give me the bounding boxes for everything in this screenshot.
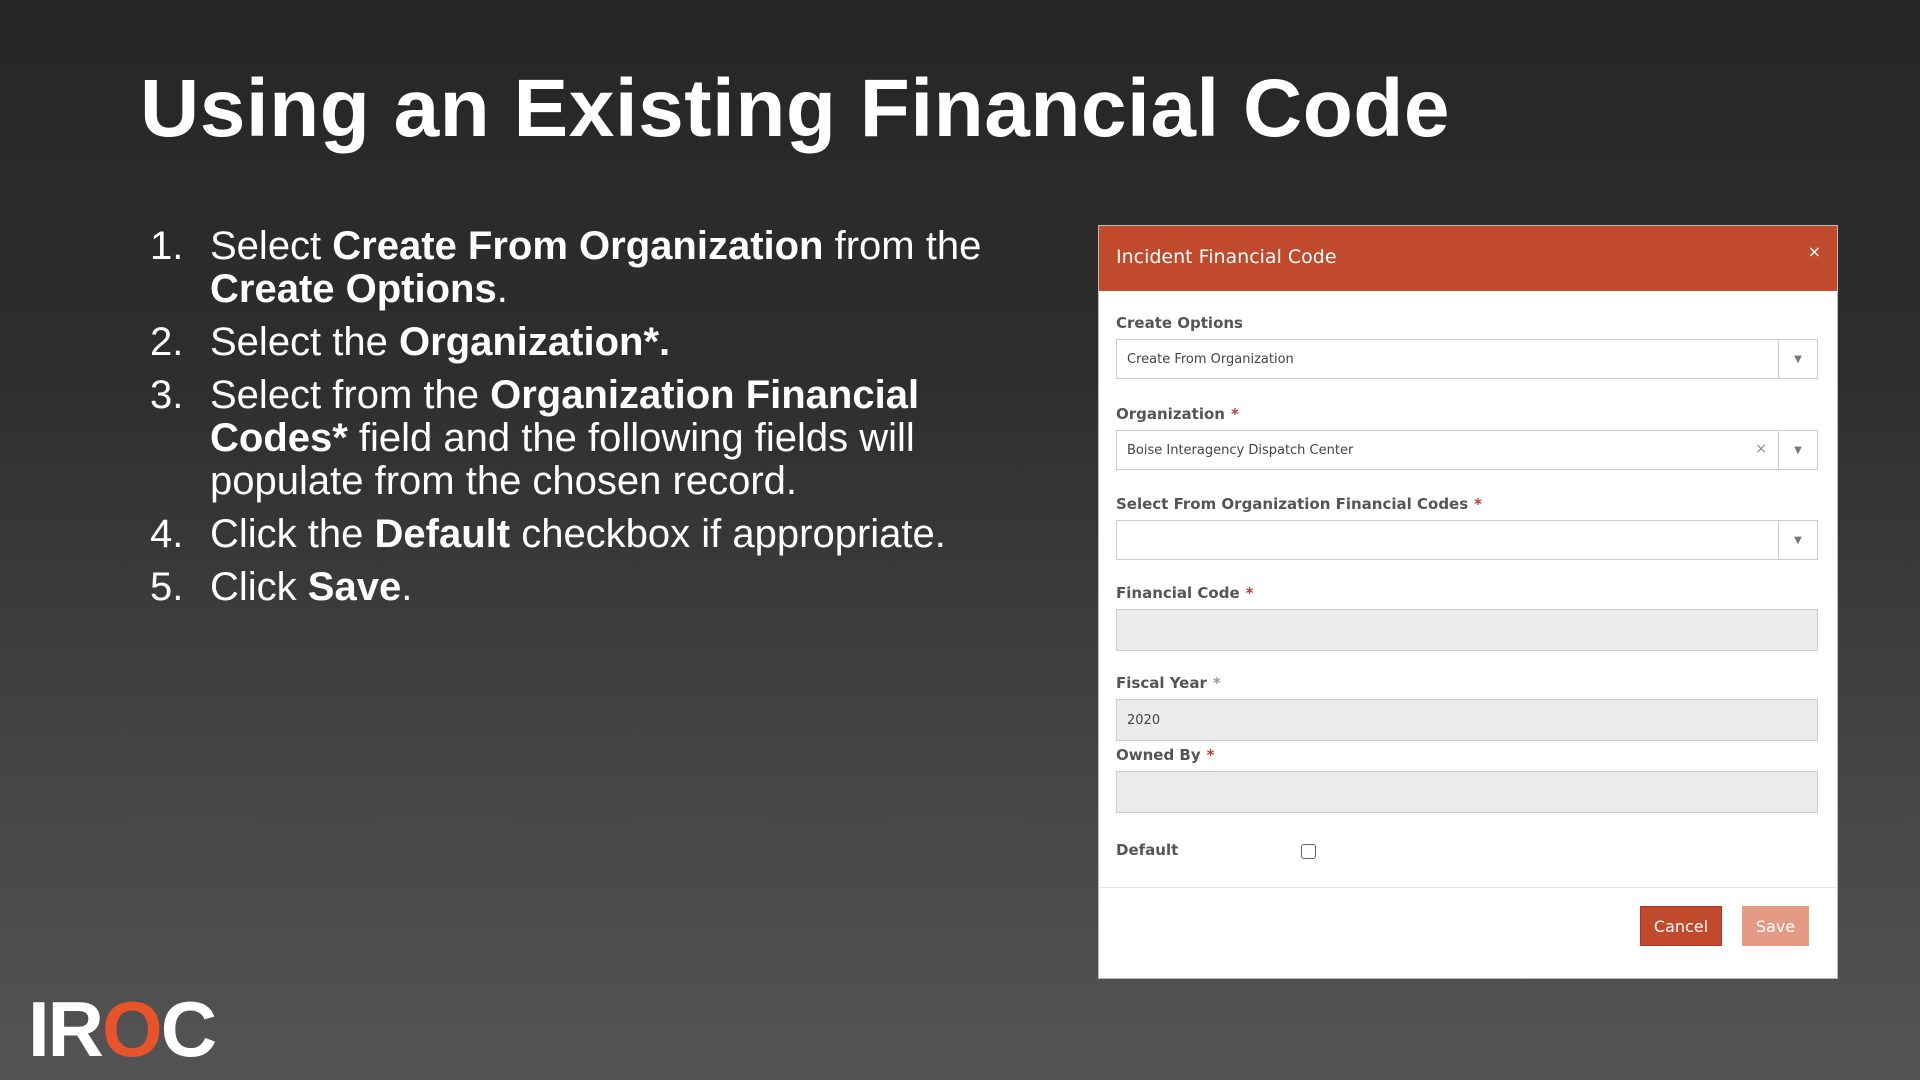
step-text: Click	[210, 565, 308, 609]
close-icon[interactable]: ×	[1808, 242, 1821, 261]
chevron-down-icon[interactable]: ▼	[1778, 521, 1817, 559]
label-text: Create Options	[1116, 314, 1243, 332]
label-text: Select From Organization Financial Codes	[1116, 495, 1469, 513]
create-options-select[interactable]: Create From Organization ▼	[1116, 339, 1818, 379]
required-marker: *	[1230, 405, 1239, 423]
label-text: Financial Code	[1116, 584, 1240, 602]
step-number: 4.	[150, 512, 184, 556]
label-text: Organization	[1116, 405, 1225, 423]
dialog-header: Incident Financial Code ×	[1099, 226, 1837, 291]
dialog-footer: Cancel Save	[1099, 887, 1837, 978]
step-text: checkbox if appropriate.	[510, 512, 946, 556]
instruction-steps: 1. Select Create From Organization from …	[150, 225, 1030, 619]
step-emphasis: Create From Organization	[332, 224, 824, 268]
label-text: Default	[1116, 841, 1179, 859]
org-financial-codes-label: Select From Organization Financial Codes…	[1116, 495, 1482, 513]
step-2: 2. Select the Organization*.	[150, 321, 1030, 364]
incident-financial-code-dialog: Incident Financial Code × Create Options…	[1099, 226, 1837, 978]
step-emphasis: Default	[374, 512, 511, 556]
step-number: 5.	[150, 565, 184, 609]
organization-select[interactable]: Boise Interagency Dispatch Center × ▼	[1116, 430, 1818, 470]
create-options-label: Create Options	[1116, 314, 1243, 332]
step-5: 5. Click Save.	[150, 566, 1030, 609]
step-emphasis: Save	[307, 565, 402, 609]
org-financial-codes-select[interactable]: ▼	[1116, 520, 1818, 560]
select-value: Create From Organization	[1127, 352, 1294, 367]
step-text: Select the	[210, 320, 400, 364]
label-text: Fiscal Year	[1116, 674, 1207, 692]
step-number: 3.	[150, 373, 184, 417]
field-value: 2020	[1127, 713, 1161, 728]
select-value: Boise Interagency Dispatch Center	[1127, 443, 1354, 458]
fiscal-year-field[interactable]: 2020	[1116, 699, 1818, 741]
step-text: .	[401, 565, 413, 609]
logo-graphic: IROC	[28, 985, 218, 1073]
default-label: Default	[1116, 841, 1178, 859]
dialog-body: Create Options Create From Organization …	[1099, 291, 1837, 888]
required-marker: *	[1474, 495, 1483, 513]
required-marker: *	[1206, 746, 1215, 764]
chevron-down-icon[interactable]: ▼	[1778, 340, 1817, 378]
step-number: 2.	[150, 320, 184, 364]
step-text: from the	[823, 224, 982, 268]
clear-icon[interactable]: ×	[1755, 441, 1767, 457]
owned-by-field[interactable]	[1116, 771, 1818, 813]
logo-text: IROC	[28, 985, 216, 1065]
financial-code-field[interactable]	[1116, 609, 1818, 651]
organization-label: Organization *	[1116, 405, 1239, 423]
step-emphasis: Create Options	[210, 267, 497, 311]
financial-code-label: Financial Code *	[1116, 584, 1253, 602]
owned-by-label: Owned By *	[1116, 746, 1215, 764]
step-text: .	[496, 267, 508, 311]
default-checkbox[interactable]	[1301, 844, 1316, 859]
step-emphasis: Organization*.	[399, 320, 671, 364]
fiscal-year-label: Fiscal Year *	[1116, 674, 1221, 692]
step-3: 3. Select from the Organization Financia…	[150, 374, 1030, 503]
save-button[interactable]: Save	[1742, 906, 1809, 946]
iroc-logo: IROC	[28, 970, 218, 1073]
cancel-button[interactable]: Cancel	[1640, 906, 1722, 946]
step-number: 1.	[150, 224, 184, 268]
chevron-down-icon[interactable]: ▼	[1778, 431, 1817, 469]
step-text: Select	[210, 224, 333, 268]
dialog-title: Incident Financial Code	[1116, 246, 1337, 268]
step-text: Select from the	[210, 373, 491, 417]
step-1: 1. Select Create From Organization from …	[150, 225, 1030, 311]
step-text: Click the	[210, 512, 375, 556]
step-4: 4. Click the Default checkbox if appropr…	[150, 513, 1030, 556]
required-marker: *	[1212, 674, 1221, 692]
slide-title: Using an Existing Financial Code	[140, 63, 1450, 154]
label-text: Owned By	[1116, 746, 1201, 764]
required-marker: *	[1245, 584, 1254, 602]
